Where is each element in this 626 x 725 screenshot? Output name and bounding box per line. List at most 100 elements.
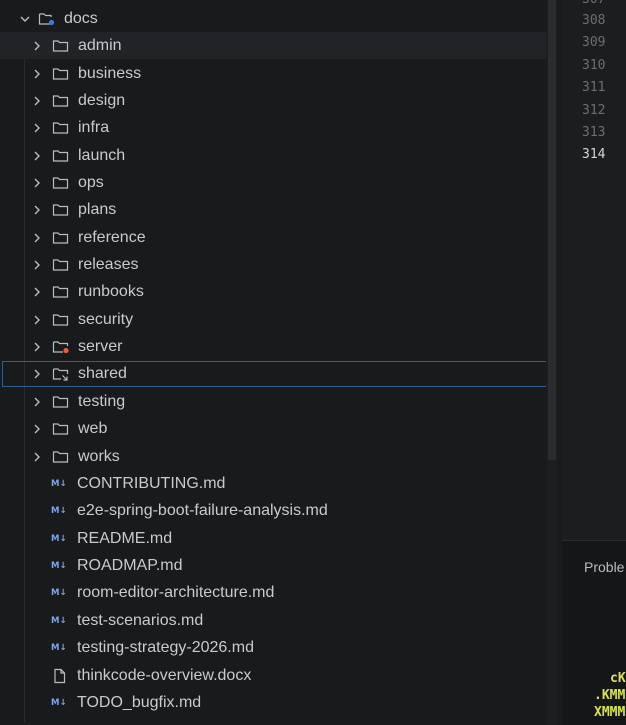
folder-icon (52, 93, 70, 109)
folder-works[interactable]: works (0, 443, 557, 470)
folder-label: web (78, 420, 107, 438)
folder-label: reference (78, 229, 146, 247)
chevron-right-icon (30, 313, 44, 327)
folder-security[interactable]: security (0, 306, 557, 333)
file-roadmap-md[interactable]: M↓ ROADMAP.md (0, 552, 557, 579)
folder-server[interactable]: server (0, 333, 557, 360)
folder-label: launch (78, 147, 125, 165)
document-icon (51, 668, 69, 684)
file-readme-md[interactable]: M↓ README.md (0, 525, 557, 552)
file-label: TODO_bugfix.md (77, 694, 201, 712)
folder-icon (52, 421, 70, 437)
chevron-right-icon (30, 176, 44, 190)
chevron-right-icon (30, 39, 44, 53)
markdown-icon: M↓ (51, 698, 69, 708)
folder-open-icon (38, 11, 56, 27)
folder-icon (52, 66, 70, 82)
line-number: 312 (582, 103, 622, 125)
folder-infra[interactable]: infra (0, 114, 557, 141)
folder-runbooks[interactable]: runbooks (0, 278, 557, 305)
folder-icon (52, 312, 70, 328)
file-todo-bugfix-md[interactable]: M↓ TODO_bugfix.md (0, 689, 557, 716)
explorer-scrollbar-thumb[interactable] (548, 0, 556, 460)
chevron-right-icon (30, 395, 44, 409)
terminal-line: cK (610, 671, 626, 686)
file-e2e-analysis-md[interactable]: M↓ e2e-spring-boot-failure-analysis.md (0, 497, 557, 524)
file-label: thinkcode-overview.docx (77, 667, 251, 685)
folder-label: infra (78, 119, 109, 137)
folder-symlink-icon (52, 366, 70, 382)
chevron-right-icon (30, 285, 44, 299)
folder-shared[interactable]: shared (2, 361, 557, 387)
chevron-right-icon (30, 203, 44, 217)
file-contributing-md[interactable]: M↓ CONTRIBUTING.md (0, 470, 557, 497)
file-label: ROADMAP.md (77, 557, 183, 575)
file-room-editor-architecture-md[interactable]: M↓ room-editor-architecture.md (0, 579, 557, 606)
chevron-right-icon (30, 121, 44, 135)
editor-gutter: 307 308 309 310 311 312 313 314 (562, 0, 626, 540)
folder-label: releases (78, 256, 138, 274)
folder-testing[interactable]: testing (0, 388, 557, 415)
line-number: 309 (582, 35, 622, 57)
chevron-right-icon (30, 258, 44, 272)
folder-business[interactable]: business (0, 60, 557, 87)
tree-root-label: docs (64, 10, 98, 28)
markdown-icon: M↓ (51, 479, 69, 489)
folder-modified-icon (52, 339, 70, 355)
folder-icon (52, 175, 70, 191)
folder-label: ops (78, 174, 104, 192)
chevron-right-icon (30, 367, 44, 381)
folder-ops[interactable]: ops (0, 169, 557, 196)
chevron-right-icon (30, 450, 44, 464)
file-label: room-editor-architecture.md (77, 584, 274, 602)
folder-label: admin (78, 37, 122, 55)
bottom-panel: Proble cK .KMM XMMM (562, 540, 626, 725)
folder-web[interactable]: web (0, 415, 557, 442)
folder-icon (52, 284, 70, 300)
folder-label: testing (78, 393, 125, 411)
folder-label: runbooks (78, 283, 144, 301)
chevron-right-icon (30, 340, 44, 354)
chevron-right-icon (30, 231, 44, 245)
folder-plans[interactable]: plans (0, 196, 557, 223)
folder-icon (52, 202, 70, 218)
folder-icon (52, 230, 70, 246)
terminal-line: XMMM (594, 705, 625, 720)
folder-icon (52, 148, 70, 164)
folder-launch[interactable]: launch (0, 142, 557, 169)
markdown-icon: M↓ (51, 616, 69, 626)
chevron-right-icon (30, 67, 44, 81)
file-explorer: docs admin business design infra launch … (0, 0, 559, 724)
line-number: 311 (582, 80, 622, 102)
chevron-right-icon (30, 149, 44, 163)
terminal-line: .KMM (594, 688, 625, 703)
file-label: README.md (77, 530, 172, 548)
file-label: testing-strategy-2026.md (77, 639, 254, 657)
line-number: 310 (582, 58, 622, 80)
file-thinkcode-overview-docx[interactable]: thinkcode-overview.docx (0, 662, 557, 689)
file-testing-strategy-md[interactable]: M↓ testing-strategy-2026.md (0, 634, 557, 661)
folder-icon (52, 449, 70, 465)
folder-label: security (78, 311, 133, 329)
folder-label: works (78, 448, 120, 466)
folder-releases[interactable]: releases (0, 251, 557, 278)
line-number-current: 314 (582, 147, 622, 169)
folder-design[interactable]: design (0, 87, 557, 114)
folder-reference[interactable]: reference (0, 224, 557, 251)
markdown-icon: M↓ (51, 588, 69, 598)
tab-problems[interactable]: Proble (584, 559, 624, 575)
folder-label: shared (78, 365, 127, 383)
folder-label: server (78, 338, 122, 356)
tree-root-docs[interactable]: docs (0, 5, 557, 32)
markdown-icon: M↓ (51, 643, 69, 653)
folder-label: design (78, 92, 125, 110)
chevron-down-icon (18, 12, 32, 26)
file-label: e2e-spring-boot-failure-analysis.md (77, 502, 328, 520)
markdown-icon: M↓ (51, 561, 69, 571)
file-test-scenarios-md[interactable]: M↓ test-scenarios.md (0, 607, 557, 634)
folder-admin[interactable]: admin (0, 32, 557, 59)
markdown-icon: M↓ (51, 534, 69, 544)
file-label: test-scenarios.md (77, 612, 203, 630)
folder-label: plans (78, 201, 116, 219)
folder-icon (52, 257, 70, 273)
